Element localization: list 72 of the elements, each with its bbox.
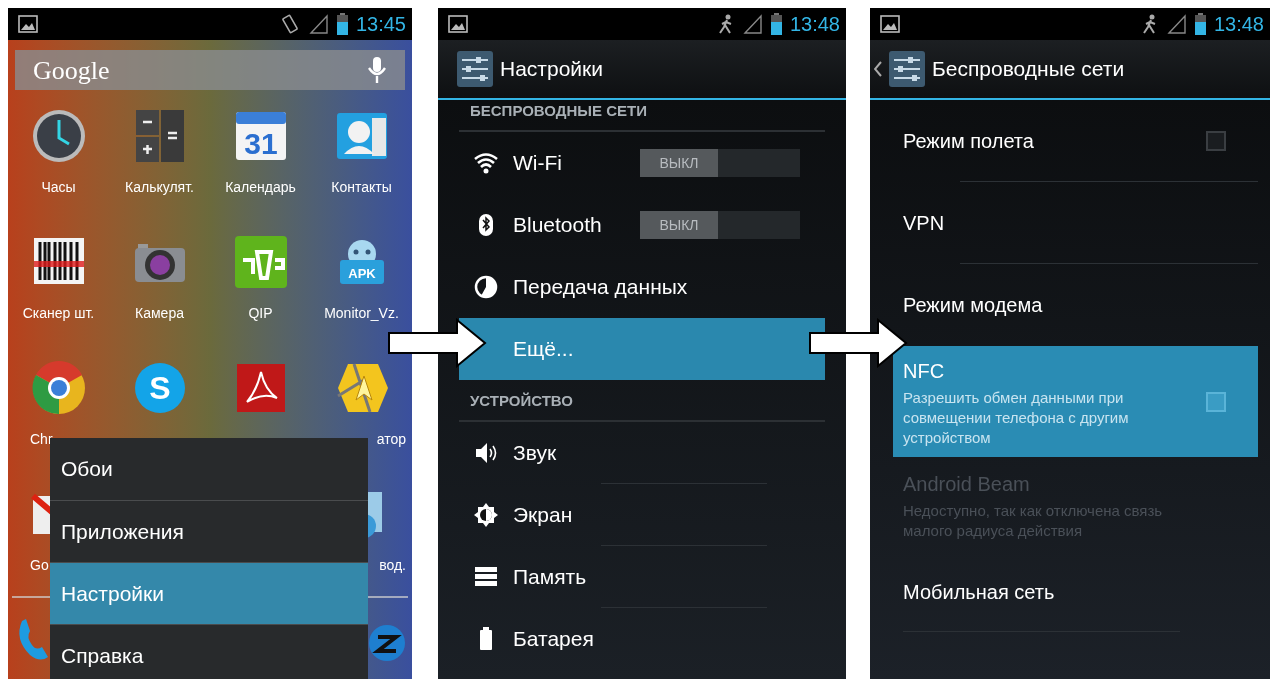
clock-icon (30, 108, 87, 164)
battery-icon (336, 13, 348, 35)
settings-summary: Разрешить обмен данными при совмещении телефона с другим устройством (903, 387, 1130, 448)
settings-row[interactable]: Звук (459, 422, 825, 484)
battery-icon (770, 13, 782, 35)
settings-label: Экран (513, 502, 573, 529)
search-bar[interactable]: Google (15, 50, 405, 90)
screen-title: Беспроводные сети (932, 56, 1125, 83)
screen-title: Настройки (500, 56, 603, 83)
settings-row[interactable]: Bluetooth ВЫКЛ (459, 194, 825, 256)
section-header: БЕСПРОВОДНЫЕ СЕТИ (470, 100, 647, 121)
settings-row[interactable]: Режим полета (893, 100, 1258, 182)
settings-row[interactable]: Ещё... (459, 318, 825, 380)
settings-label: Звук (513, 440, 557, 467)
settings-label: Bluetooth (513, 212, 602, 239)
settings-row[interactable]: Память (459, 546, 825, 608)
toggle-switch[interactable]: ВЫКЛ (640, 211, 800, 239)
clock-time: 13:48 (789, 14, 840, 34)
app-label[interactable]: Контакты (331, 180, 392, 194)
settings-label: VPN (903, 211, 946, 236)
app-label[interactable]: Калькулят. (125, 180, 194, 194)
picture-icon (18, 15, 38, 33)
signal-icon (308, 14, 329, 34)
clock-time: 13:48 (1213, 14, 1264, 34)
app-label[interactable]: Chr (8, 432, 53, 446)
settings-row[interactable]: Мобильная сеть (893, 552, 1258, 632)
signal-icon (1166, 14, 1187, 34)
app-label[interactable]: вод. (379, 558, 412, 572)
app-label[interactable]: Камера (135, 306, 184, 320)
settings-label: Память (513, 564, 587, 591)
section-header: УСТРОЙСТВО (470, 390, 573, 411)
settings-row[interactable]: Передача данных (459, 256, 825, 318)
settings-label: Передача данных (513, 274, 688, 301)
app-label[interactable]: Monitor_Vz. (324, 306, 399, 320)
settings-label: Батарея (513, 626, 594, 653)
chrome-icon (30, 360, 87, 416)
settings-label: Режим модема (903, 293, 1044, 318)
picture-icon (880, 15, 900, 33)
wifi-icon (473, 150, 499, 176)
settings-label: Android Beam (903, 471, 1031, 497)
settings-label: Мобильная сеть (903, 580, 1056, 605)
toggle-switch[interactable]: ВЫКЛ (640, 149, 800, 177)
clock-time: 13:45 (355, 14, 406, 34)
brightness-icon (473, 502, 499, 528)
signal-icon (742, 14, 763, 34)
settings-label: Wi-Fi (513, 150, 562, 177)
app-label[interactable]: Календарь (225, 180, 296, 194)
app-label[interactable]: Часы (41, 180, 76, 194)
settings-sliders-icon (456, 50, 494, 88)
settings-sliders-icon (888, 50, 926, 88)
battery-icon (1194, 13, 1206, 35)
settings-row[interactable]: NFC Разрешить обмен данными при совмещении телефона с другим устройством (893, 346, 1258, 457)
settings-label: NFC (903, 358, 946, 384)
pie-chart-icon (473, 274, 499, 300)
picture-icon (448, 15, 468, 33)
menu-item[interactable]: Настройки (50, 562, 368, 624)
app-label[interactable]: Сканер шт. (22, 306, 95, 320)
checkbox[interactable] (1206, 391, 1226, 412)
settings-row[interactable]: Режим модема (893, 264, 1258, 346)
app-label[interactable]: Go (8, 558, 49, 572)
settings-row[interactable]: Батарея (459, 608, 825, 670)
settings-row[interactable]: Wi-Fi ВЫКЛ (459, 132, 825, 194)
checkbox[interactable] (1206, 131, 1226, 151)
settings-label: Режим полета (903, 129, 1035, 154)
settings-row[interactable]: Экран (459, 484, 825, 546)
app-label[interactable]: атор (376, 432, 412, 446)
google-logo: Google (33, 54, 111, 87)
app-label[interactable]: QIP (248, 306, 273, 320)
microphone-icon (367, 56, 387, 84)
back-caret-icon (874, 61, 882, 77)
settings-label: Ещё... (513, 336, 574, 363)
settings-row[interactable]: VPN (893, 182, 1258, 264)
